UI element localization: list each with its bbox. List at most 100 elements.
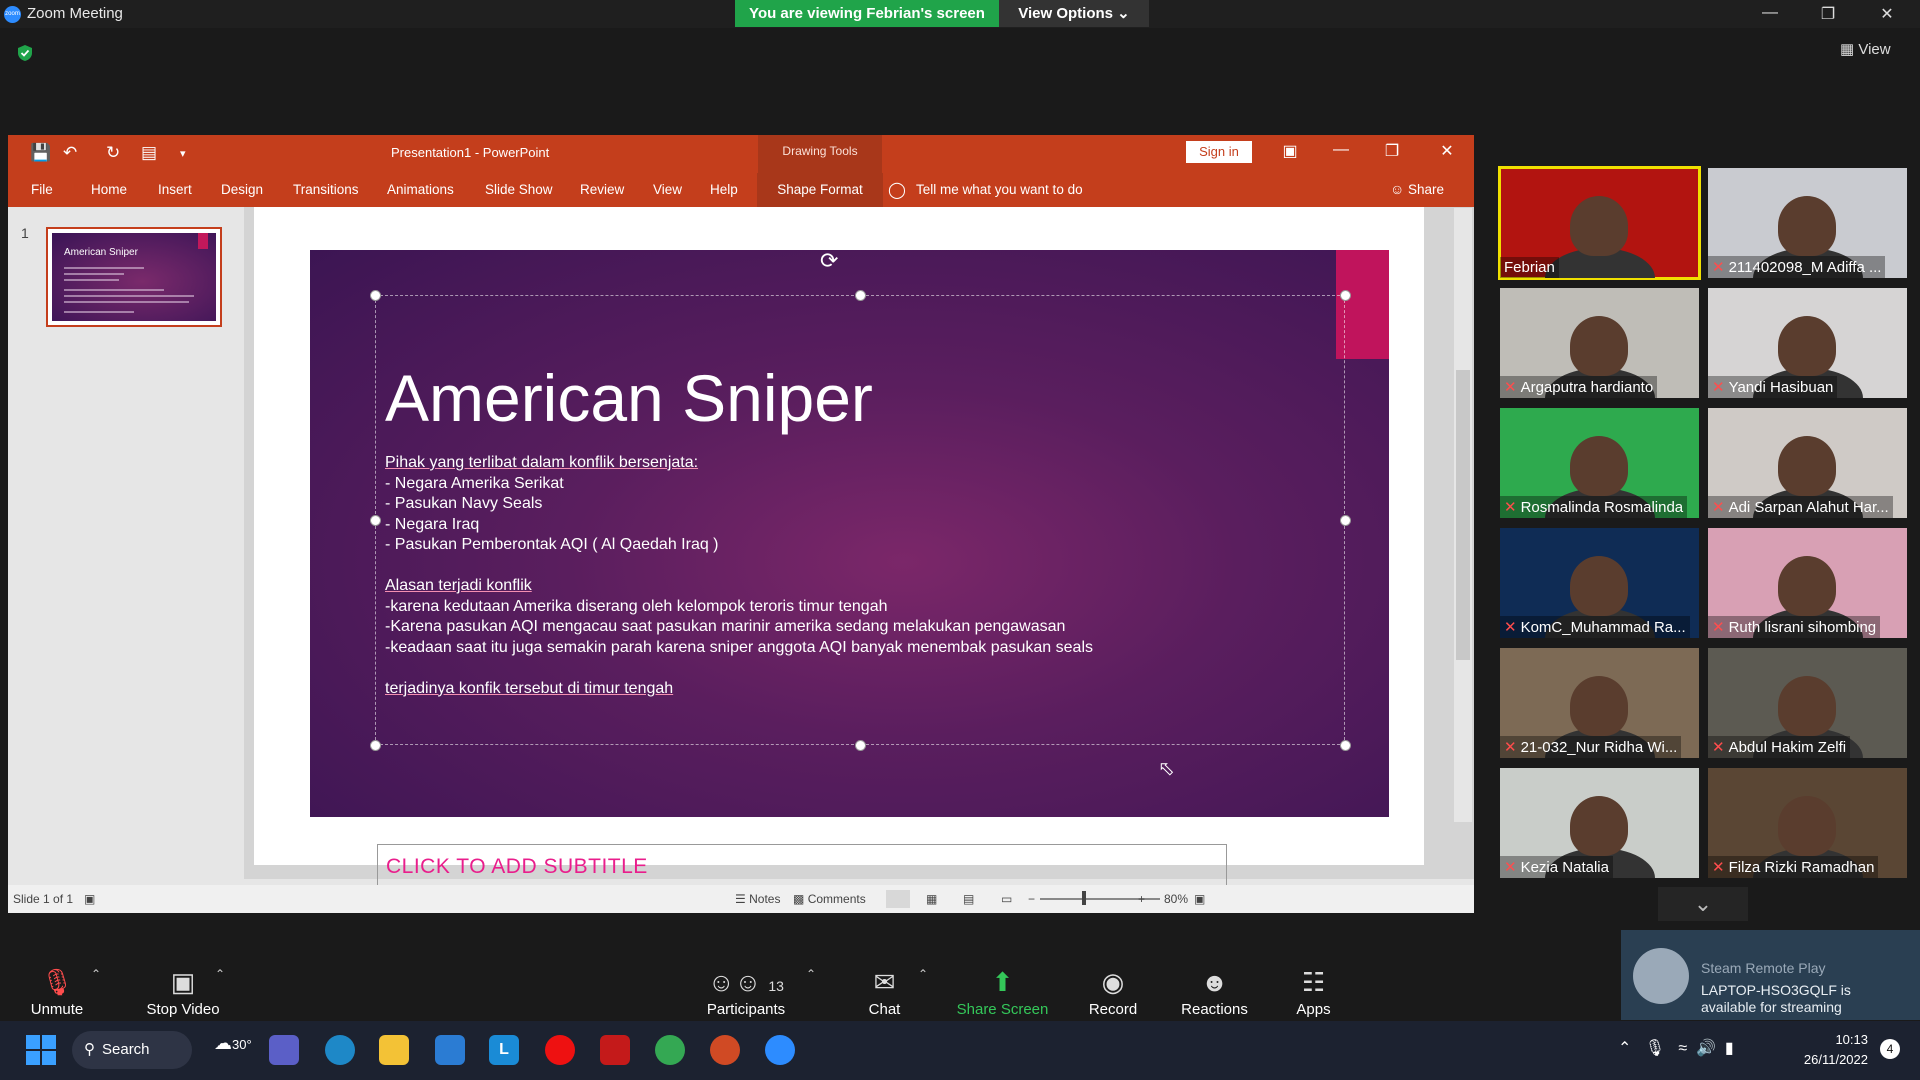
participants-options-chevron-icon[interactable]: ⌃ <box>806 967 816 981</box>
teams-chat-icon[interactable] <box>269 1035 299 1065</box>
tab-view[interactable]: View <box>653 182 682 197</box>
participant-tile[interactable]: ✕ 21-032_Nur Ridha Wi... <box>1500 648 1699 758</box>
participant-tile[interactable]: ✕ Ruth lisrani sihombing <box>1708 528 1907 638</box>
participant-tile[interactable]: ✕ KomC_Muhammad Ra... <box>1500 528 1699 638</box>
resize-handle[interactable] <box>1340 290 1351 301</box>
system-tray[interactable]: ⌃ 🎙 ≈ 🔊 ▮ <box>1618 1038 1734 1058</box>
apps-button[interactable]: ☷ Apps <box>1291 967 1336 1018</box>
resize-handle[interactable] <box>1340 740 1351 751</box>
file-explorer-icon[interactable] <box>379 1035 409 1065</box>
ppt-restore-icon[interactable]: ❐ <box>1377 141 1407 161</box>
resize-handle[interactable] <box>855 290 866 301</box>
normal-view-icon[interactable] <box>886 890 910 908</box>
zoom-in-icon[interactable]: + <box>1138 892 1145 906</box>
tab-review[interactable]: Review <box>580 182 624 197</box>
participant-tile[interactable]: Febrian <box>1498 166 1701 280</box>
fit-to-window-icon[interactable]: ▣ <box>1194 892 1205 906</box>
mail-icon[interactable] <box>435 1035 465 1065</box>
slide-canvas[interactable]: ⟳ American Sniper Pihak yang terlibat da… <box>310 250 1389 817</box>
windows-start-icon[interactable] <box>26 1035 56 1065</box>
participant-name-text: Abdul Hakim Zelfi <box>1728 739 1847 756</box>
ppt-close-icon[interactable]: ✕ <box>1432 141 1462 161</box>
slide-title[interactable]: American Sniper <box>385 360 873 436</box>
tab-insert[interactable]: Insert <box>158 182 192 197</box>
customize-toolbar-icon[interactable]: ▾ <box>180 147 186 160</box>
participant-tile[interactable]: ✕ Abdul Hakim Zelfi <box>1708 648 1907 758</box>
opera-browser-icon[interactable] <box>545 1035 575 1065</box>
participant-tile[interactable]: ✕ Rosmalinda Rosmalinda <box>1500 408 1699 518</box>
tab-home[interactable]: Home <box>91 182 127 197</box>
tab-slide-show[interactable]: Slide Show <box>485 182 553 197</box>
slide-thumbnail[interactable]: American Sniper <box>46 227 222 327</box>
grid-icon: ▦ <box>1840 41 1855 58</box>
tab-animations[interactable]: Animations <box>387 182 454 197</box>
undo-icon[interactable]: ↶ <box>63 143 77 163</box>
resize-handle[interactable] <box>370 290 381 301</box>
editor-scrollbar-thumb[interactable] <box>1456 370 1470 660</box>
lenovo-vantage-icon[interactable]: L <box>489 1035 519 1065</box>
video-options-chevron-icon[interactable]: ⌃ <box>215 967 225 981</box>
resize-handle[interactable] <box>370 740 381 751</box>
redo-icon[interactable]: ↻ <box>106 143 120 163</box>
zoom-slider-knob[interactable] <box>1082 891 1086 905</box>
resize-handle[interactable] <box>855 740 866 751</box>
zoom-out-icon[interactable]: − <box>1028 892 1035 906</box>
reactions-button[interactable]: ☻ Reactions <box>1177 967 1252 1018</box>
participant-tile[interactable]: ✕ Adi Sarpan Alahut Har... <box>1708 408 1907 518</box>
slide-sorter-icon[interactable]: ▦ <box>926 892 937 906</box>
rotate-handle-icon[interactable]: ⟳ <box>820 250 838 274</box>
chat-button[interactable]: ✉ Chat <box>862 967 907 1018</box>
zoom-level[interactable]: 80% <box>1164 892 1188 906</box>
subtitle-placeholder[interactable]: CLICK TO ADD SUBTITLE <box>386 855 648 879</box>
zoom-app-icon[interactable] <box>765 1035 795 1065</box>
participant-tile[interactable]: ✕ 211402098_M Adiffa ... <box>1708 168 1907 278</box>
taskbar-search[interactable]: ⚲ Search <box>72 1031 192 1069</box>
participant-tile[interactable]: ✕ Kezia Natalia <box>1500 768 1699 878</box>
thumbnail-text-line <box>64 301 189 303</box>
tell-me-search[interactable]: Tell me what you want to do <box>916 182 1083 197</box>
share-screen-button[interactable]: ⬆ Share Screen <box>955 967 1050 1018</box>
close-icon[interactable]: ✕ <box>1872 4 1902 24</box>
tab-help[interactable]: Help <box>710 182 738 197</box>
slideshow-icon[interactable]: ▭ <box>1001 892 1012 906</box>
tab-file[interactable]: File <box>31 182 53 197</box>
view-options-button[interactable]: View Options ⌄ <box>999 0 1149 27</box>
participants-button[interactable]: ☺☺ 13 Participants <box>701 967 791 1018</box>
accessibility-icon[interactable]: ▣ <box>84 892 95 906</box>
participant-tile[interactable]: ✕ Argaputra hardianto <box>1500 288 1699 398</box>
chat-options-chevron-icon[interactable]: ⌃ <box>918 967 928 981</box>
notes-button[interactable]: ☰ Notes <box>735 892 780 906</box>
participant-tile[interactable]: ✕ Filza Rizki Ramadhan <box>1708 768 1907 878</box>
record-button[interactable]: ◉ Record <box>1087 967 1139 1018</box>
slide-count: Slide 1 of 1 <box>13 892 74 906</box>
weather-widget[interactable]: ☁30° <box>214 1033 252 1054</box>
taskbar-clock[interactable]: 10:13 26/11/2022 <box>1778 1030 1868 1070</box>
audio-options-chevron-icon[interactable]: ⌃ <box>91 967 101 981</box>
powerpoint-app-icon[interactable] <box>710 1035 740 1065</box>
restore-icon[interactable]: ❐ <box>1813 4 1843 24</box>
resize-handle[interactable] <box>370 515 381 526</box>
tab-shape-format[interactable]: Shape Format <box>757 173 883 207</box>
gallery-expand-chevron-icon[interactable]: ⌄ <box>1658 887 1748 921</box>
share-button[interactable]: Share <box>1408 182 1444 197</box>
chrome-browser-icon[interactable] <box>655 1035 685 1065</box>
tab-design[interactable]: Design <box>221 182 263 197</box>
mcafee-icon[interactable] <box>600 1035 630 1065</box>
tab-transitions[interactable]: Transitions <box>293 182 359 197</box>
unmute-button[interactable]: 🎙 Unmute <box>22 967 92 1018</box>
sign-in-button[interactable]: Sign in <box>1186 141 1252 163</box>
edge-browser-icon[interactable] <box>325 1035 355 1065</box>
security-shield-icon[interactable] <box>16 44 34 62</box>
reading-view-icon[interactable]: ▤ <box>963 892 974 906</box>
present-icon[interactable]: ▤ <box>141 143 157 163</box>
save-icon[interactable]: 💾 <box>30 143 51 163</box>
notification-badge[interactable]: 4 <box>1880 1039 1900 1059</box>
minimize-icon[interactable]: — <box>1755 4 1785 22</box>
ribbon-display-icon[interactable]: ▣ <box>1275 141 1305 161</box>
steam-notification[interactable]: Steam Remote Play LAPTOP-HSO3GQLF is ava… <box>1621 930 1920 1020</box>
view-button[interactable]: ▦ View <box>1840 40 1891 58</box>
ppt-minimize-icon[interactable]: — <box>1326 141 1356 159</box>
slide-body-text[interactable]: Pihak yang terlibat dalam konflik bersen… <box>385 453 1345 699</box>
participant-tile[interactable]: ✕ Yandi Hasibuan <box>1708 288 1907 398</box>
comments-button[interactable]: ▩ Comments <box>793 892 866 906</box>
